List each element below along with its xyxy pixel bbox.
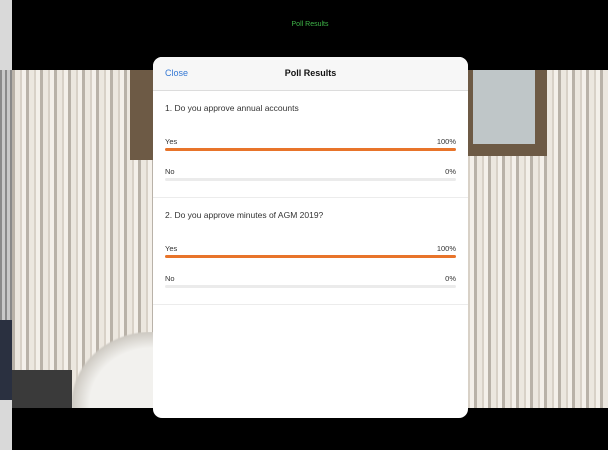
option-label: Yes [165,244,178,253]
question-text: 2. Do you approve minutes of AGM 2019? [165,210,324,220]
option-percent: 100% [436,137,456,146]
option-percent: 0% [445,274,456,283]
dark-object [0,320,12,400]
result-bar-track [165,148,456,151]
picture-frame-left [130,70,154,160]
poll-results-dialog: Close Poll Results 1. Do you approve ann… [153,57,468,418]
window-title: Poll Results [291,21,329,28]
dialog-header: Close Poll Results [153,57,468,91]
result-bar-track [165,178,456,181]
poll-option: Yes 100% [165,234,456,264]
poll-question: 1. Do you approve annual accounts Yes 10… [153,91,468,198]
option-label: No [165,274,175,283]
dialog-title: Poll Results [284,68,337,78]
option-label: No [165,167,175,176]
poll-question: 2. Do you approve minutes of AGM 2019? Y… [153,198,468,305]
result-bar-fill [165,255,456,258]
result-bar-track [165,255,456,258]
question-text: 1. Do you approve annual accounts [165,103,299,113]
adjacent-window-edge [0,0,12,450]
result-bar-track [165,285,456,288]
poll-option: Yes 100% [165,127,456,157]
picture-frame-right [467,70,547,156]
result-bar-fill [165,148,456,151]
option-percent: 0% [445,167,456,176]
option-label: Yes [165,137,178,146]
poll-option: No 0% [165,157,456,187]
poll-option: No 0% [165,264,456,294]
option-percent: 100% [436,244,456,253]
desk-object [12,370,72,408]
framed-picture [473,70,535,144]
